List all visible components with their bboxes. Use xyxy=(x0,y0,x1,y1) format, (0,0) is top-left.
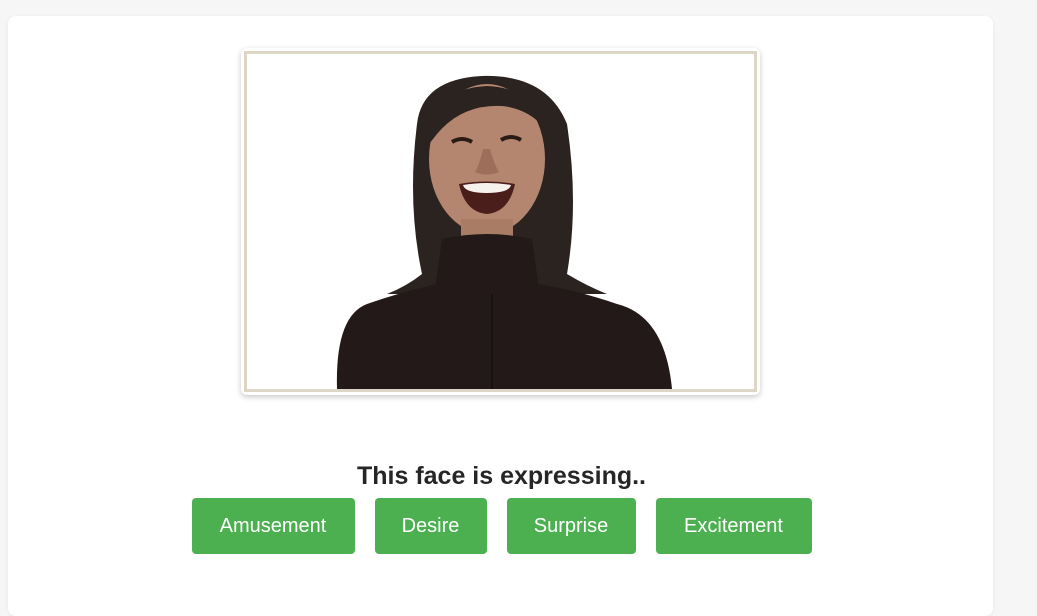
face-photo-frame xyxy=(241,48,760,395)
face-photo-image xyxy=(247,54,754,389)
question-prompt: This face is expressing.. xyxy=(356,462,646,490)
face-photo xyxy=(244,51,757,392)
desire-button[interactable]: Desire xyxy=(374,498,487,554)
amusement-button[interactable]: Amusement xyxy=(191,498,355,554)
surprise-button[interactable]: Surprise xyxy=(506,498,636,554)
excitement-button[interactable]: Excitement xyxy=(655,498,812,554)
answer-choices: Amusement Desire Surprise Excitement xyxy=(0,498,1003,554)
